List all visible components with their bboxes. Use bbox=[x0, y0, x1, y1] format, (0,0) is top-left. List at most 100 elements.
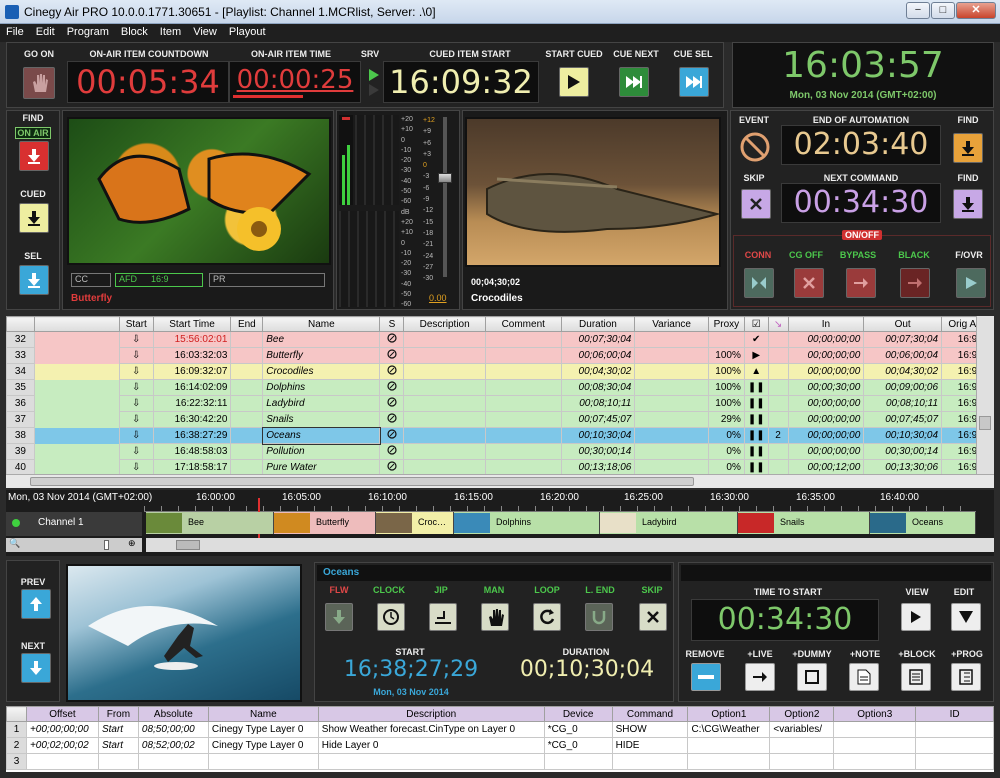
cue-sel-button[interactable] bbox=[679, 67, 709, 97]
maximize-button[interactable]: □ bbox=[931, 2, 955, 19]
cell-in: 00;00;00;00 bbox=[787, 411, 865, 428]
col-out[interactable]: Out bbox=[863, 316, 943, 332]
table-row[interactable]: 35 ⇩ 16:14:02:09 Dolphins 00;08;30;04 100% ❚❚ 0… bbox=[6, 379, 994, 396]
add-prog-button[interactable] bbox=[951, 663, 981, 691]
find-next-button[interactable] bbox=[953, 189, 983, 219]
cmd-col-command[interactable]: Command bbox=[611, 706, 689, 722]
view-button[interactable] bbox=[901, 603, 931, 631]
table-row[interactable]: 37 ⇩ 16:30:42:20 Snails 00;07;45;07 29% ❚❚ 00;0… bbox=[6, 411, 994, 428]
col-duration[interactable]: Duration bbox=[560, 316, 636, 332]
clip-bee[interactable]: Bee bbox=[146, 512, 274, 534]
table-row[interactable]: 38 ⇩ 16:38:27:29 Oceans 00;10;30;04 0% ❚❚ 2 00;0… bbox=[6, 426, 994, 445]
add-live-button[interactable] bbox=[745, 663, 775, 691]
col-start[interactable]: Start bbox=[118, 316, 154, 332]
playlist-hscroll[interactable] bbox=[6, 474, 994, 488]
col-check[interactable]: ☑ bbox=[743, 316, 769, 332]
cmd-col-absolute[interactable]: Absolute bbox=[137, 706, 209, 722]
find-end-button[interactable] bbox=[953, 133, 983, 163]
cmd-col-from[interactable]: From bbox=[97, 706, 139, 722]
clip-snails[interactable]: Snails bbox=[738, 512, 870, 534]
cmd-col-option1[interactable]: Option1 bbox=[687, 706, 771, 722]
skip-flag-button[interactable] bbox=[639, 603, 667, 631]
playlist-vscroll[interactable] bbox=[976, 316, 994, 474]
col-in[interactable]: In bbox=[787, 316, 865, 332]
fader-gain[interactable]: 0.00 bbox=[429, 293, 447, 303]
fader-handle[interactable] bbox=[438, 173, 452, 183]
menu-item[interactable]: Item bbox=[154, 24, 187, 40]
menu-playout[interactable]: Playout bbox=[223, 24, 272, 40]
find-on-air-button[interactable] bbox=[19, 141, 49, 171]
cmd-col-option3[interactable]: Option3 bbox=[833, 706, 917, 722]
add-block-button[interactable] bbox=[901, 663, 931, 691]
zoom-slider[interactable]: 🔍 ⊕ bbox=[6, 538, 142, 552]
table-row[interactable]: 39 ⇩ 16:48:58:03 Pollution 00;30;00;14 0% ❚❚ 00… bbox=[6, 443, 994, 460]
col-s[interactable]: S bbox=[379, 316, 405, 332]
menu-program[interactable]: Program bbox=[61, 24, 115, 40]
edit-button[interactable] bbox=[951, 603, 981, 631]
menu-block[interactable]: Block bbox=[115, 24, 154, 40]
cmd-col-name[interactable]: Name bbox=[207, 706, 319, 722]
col-proxy[interactable]: Proxy bbox=[707, 316, 745, 332]
table-row[interactable]: 32 ⇩ 15:56:02:01 Bee 00;07;30;04 ✔ 00;00;00;00… bbox=[6, 331, 994, 348]
menu-file[interactable]: File bbox=[0, 24, 30, 40]
remove-button[interactable] bbox=[691, 663, 721, 691]
conn-label: CONN bbox=[744, 250, 772, 260]
command-row[interactable]: 1 +00;00;00;00 Start 08;50;00;00 Cinegy Type… bbox=[6, 721, 994, 738]
col-variance[interactable]: Variance bbox=[634, 316, 709, 332]
col-comment[interactable]: Comment bbox=[484, 316, 562, 332]
jip-button[interactable] bbox=[429, 603, 457, 631]
col-start-time[interactable]: Start Time bbox=[152, 316, 232, 332]
start-cued-button[interactable] bbox=[559, 67, 589, 97]
clip-dolphins[interactable]: Dolphins bbox=[454, 512, 600, 534]
cmd-col-option2[interactable]: Option2 bbox=[769, 706, 835, 722]
find-sel-button[interactable] bbox=[19, 265, 49, 295]
lend-button[interactable] bbox=[585, 603, 613, 631]
man-button[interactable] bbox=[481, 603, 509, 631]
bypass-button[interactable] bbox=[846, 268, 876, 298]
cmd-col-description[interactable]: Description bbox=[317, 706, 545, 722]
table-row[interactable]: 34 ⇩ 16:09:32:07 Crocodiles 00;04;30;02 100% ▲… bbox=[6, 363, 994, 380]
timeline-hscroll[interactable] bbox=[146, 538, 994, 552]
find-cued-button[interactable] bbox=[19, 203, 49, 233]
col-description[interactable]: Description bbox=[403, 316, 486, 332]
cg-off-button[interactable] bbox=[794, 268, 824, 298]
cell-time: 16:22:32:11 bbox=[152, 395, 232, 412]
view-label: VIEW bbox=[905, 587, 929, 597]
flw-button[interactable] bbox=[325, 603, 353, 631]
clip-oceans[interactable]: Oceans bbox=[870, 512, 976, 534]
minimize-button[interactable]: − bbox=[906, 2, 930, 19]
black-button[interactable] bbox=[900, 268, 930, 298]
menu-edit[interactable]: Edit bbox=[30, 24, 61, 40]
clock-button[interactable] bbox=[377, 603, 405, 631]
col-name[interactable]: Name bbox=[262, 316, 381, 332]
cue-next-button[interactable] bbox=[619, 67, 649, 97]
cell-empty bbox=[230, 459, 264, 474]
add-dummy-button[interactable] bbox=[797, 663, 827, 691]
clip-crocodiles[interactable]: Croc… bbox=[376, 512, 454, 534]
loop-button[interactable] bbox=[533, 603, 561, 631]
prev-button[interactable] bbox=[21, 589, 51, 619]
menu-view[interactable]: View bbox=[187, 24, 223, 40]
col-arrow[interactable]: ↘ bbox=[767, 316, 789, 332]
skip-button[interactable] bbox=[741, 189, 771, 219]
go-on-button[interactable] bbox=[23, 67, 55, 99]
cmd-col-id[interactable]: ID bbox=[915, 706, 994, 722]
cmd-col-device[interactable]: Device bbox=[543, 706, 613, 722]
command-row[interactable]: 3 bbox=[6, 753, 994, 770]
clip-ladybird[interactable]: Ladybird bbox=[600, 512, 738, 534]
arrow-down-icon bbox=[28, 149, 40, 164]
next-button[interactable] bbox=[21, 653, 51, 683]
cmd-col-offset[interactable]: Offset bbox=[25, 706, 99, 722]
clip-butterfly[interactable]: Butterfly bbox=[274, 512, 376, 534]
close-button[interactable]: ✕ bbox=[956, 2, 996, 19]
col-end[interactable]: End bbox=[230, 316, 264, 332]
table-row[interactable]: 33 ⇩ 16:03:32:03 Butterfly 00;06;00;04 100% ▶ 0… bbox=[6, 347, 994, 364]
command-row[interactable]: 2 +00;02;00;02 Start 08;52;00;02 Cinegy Type… bbox=[6, 737, 994, 754]
table-row[interactable]: 36 ⇩ 16:22:32:11 Ladybird 00;08;10;11 100% ❚❚ 0… bbox=[6, 395, 994, 412]
onoff-label[interactable]: ON/OFF bbox=[842, 230, 882, 240]
no-event-icon[interactable] bbox=[739, 131, 771, 163]
table-row[interactable]: 40 ⇩ 17:18:58:17 Pure Water 00;13;18;06 0% ❚❚ 0… bbox=[6, 459, 994, 474]
fovr-button[interactable] bbox=[956, 268, 986, 298]
add-note-button[interactable] bbox=[849, 663, 879, 691]
conn-button[interactable] bbox=[744, 268, 774, 298]
